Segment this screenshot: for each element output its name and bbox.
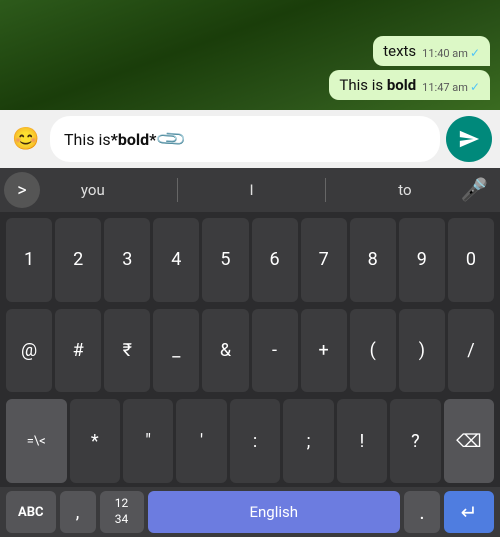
suggestion-arrow-button[interactable]: > — [4, 172, 40, 208]
key-question[interactable]: ? — [390, 399, 440, 483]
keys-container: 1 2 3 4 5 6 7 8 9 0 @ # ₹ _ & - + ( ) / … — [0, 212, 500, 487]
suggestion-to[interactable]: to — [388, 177, 421, 203]
input-bar: 😊 This is *bold* 📎 — [0, 110, 500, 168]
key-2[interactable]: 2 — [55, 218, 101, 302]
send-button[interactable] — [446, 116, 492, 162]
key-9[interactable]: 9 — [399, 218, 445, 302]
key-1[interactable]: 1 — [6, 218, 52, 302]
language-key[interactable]: English — [148, 491, 400, 533]
suggestion-divider-2 — [325, 178, 326, 202]
key-hash[interactable]: # — [55, 309, 101, 393]
message-input[interactable]: This is *bold* 📎 — [50, 116, 440, 162]
key-3[interactable]: 3 — [104, 218, 150, 302]
message-text-2: This is bold — [339, 76, 416, 94]
suggestion-divider-1 — [177, 178, 178, 202]
key-exclaim[interactable]: ! — [337, 399, 387, 483]
check-icon-1: ✓ — [470, 46, 480, 60]
period-key[interactable]: . — [404, 491, 440, 533]
check-icon-2: ✓ — [470, 80, 480, 94]
suggestions-row: > you I to 🎤 — [0, 168, 500, 212]
key-star[interactable]: * — [70, 399, 120, 483]
key-underscore[interactable]: _ — [153, 309, 199, 393]
key-8[interactable]: 8 — [350, 218, 396, 302]
abc-key[interactable]: ABC — [6, 491, 56, 533]
key-7[interactable]: 7 — [301, 218, 347, 302]
key-plus[interactable]: + — [301, 309, 347, 393]
attach-button[interactable]: 📎 — [150, 118, 192, 160]
key-6[interactable]: 6 — [252, 218, 298, 302]
message-time-1: 11:40 am ✓ — [422, 46, 480, 60]
suggestion-you[interactable]: you — [71, 177, 115, 203]
key-5[interactable]: 5 — [202, 218, 248, 302]
message-time-2: 11:47 am ✓ — [422, 80, 480, 94]
key-squote[interactable]: ' — [176, 399, 226, 483]
key-4[interactable]: 4 — [153, 218, 199, 302]
message-bubble-2: This is bold 11:47 am ✓ — [329, 70, 490, 100]
send-icon — [458, 128, 480, 150]
mic-button[interactable]: 🎤 — [453, 178, 496, 203]
number-row: 1 2 3 4 5 6 7 8 9 0 — [4, 216, 496, 304]
input-text-plain: This is — [64, 130, 111, 149]
key-ampersand[interactable]: & — [202, 309, 248, 393]
num-key[interactable]: 1234 — [100, 491, 144, 533]
keyboard: > you I to 🎤 1 2 3 4 5 6 7 8 9 0 @ # ₹ — [0, 168, 500, 537]
suggestions-words: you I to — [40, 177, 453, 203]
message-text-1: texts — [383, 42, 416, 60]
key-lparen[interactable]: ( — [350, 309, 396, 393]
key-rupee[interactable]: ₹ — [104, 309, 150, 393]
key-dquote[interactable]: " — [123, 399, 173, 483]
enter-key[interactable]: ↵ — [444, 491, 494, 533]
key-minus[interactable]: - — [252, 309, 298, 393]
key-colon[interactable]: : — [230, 399, 280, 483]
bottom-row: ABC , 1234 English . ↵ — [0, 487, 500, 537]
key-at[interactable]: @ — [6, 309, 52, 393]
symbol-row-2: =\< * " ' : ; ! ? ⌫ — [4, 397, 496, 485]
key-equals-slash[interactable]: =\< — [6, 399, 67, 483]
key-slash[interactable]: / — [448, 309, 494, 393]
backspace-key[interactable]: ⌫ — [444, 399, 494, 483]
bold-text: bold — [387, 76, 416, 94]
key-rparen[interactable]: ) — [399, 309, 445, 393]
chat-background: texts 11:40 am ✓ This is bold 11:47 am ✓ — [0, 0, 500, 110]
key-semicolon[interactable]: ; — [283, 399, 333, 483]
suggestion-i[interactable]: I — [239, 177, 263, 203]
message-bubble-1: texts 11:40 am ✓ — [373, 36, 490, 66]
comma-key[interactable]: , — [60, 491, 96, 533]
key-0[interactable]: 0 — [448, 218, 494, 302]
symbol-row-1: @ # ₹ _ & - + ( ) / — [4, 307, 496, 395]
emoji-button[interactable]: 😊 — [8, 121, 44, 157]
